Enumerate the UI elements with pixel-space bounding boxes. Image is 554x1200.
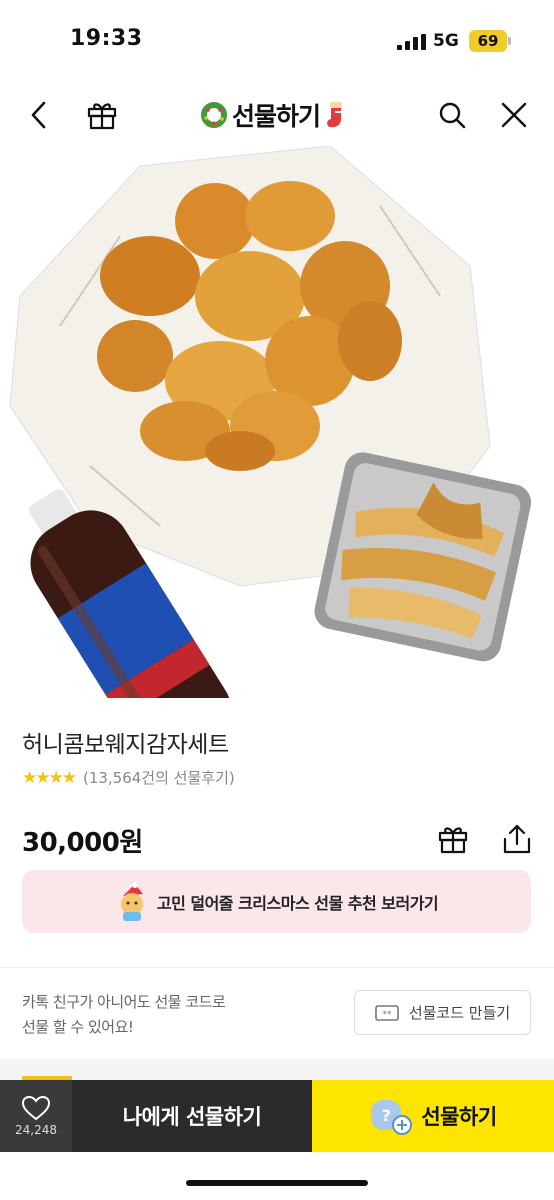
price-actions [436, 822, 534, 856]
signal-icon [397, 34, 426, 50]
mascot-santa-icon [120, 881, 143, 921]
gift-box-icon [87, 103, 117, 130]
battery-icon: 69 [469, 30, 507, 52]
like-button[interactable]: 24,248 [0, 1080, 72, 1152]
gift-box-icon [438, 827, 468, 854]
back-button[interactable] [22, 98, 56, 132]
like-count: 24,248 [15, 1123, 57, 1137]
bottom-action-bar: 24,248 나에게 선물하기 ? 선물하기 [0, 1080, 554, 1152]
section-gap [0, 1058, 554, 1080]
gift-code-line-1: 카톡 친구가 아니어도 선물 코드로 [22, 993, 226, 1011]
send-gift-label: 선물하기 [421, 1105, 497, 1129]
create-gift-code-button[interactable]: ** 선물코드 만들기 [354, 990, 531, 1035]
network-label: 5G [433, 31, 459, 51]
gift-to-self-button[interactable]: 나에게 선물하기 [72, 1080, 312, 1152]
product-name: 허니콤보웨지감자세트 [22, 732, 229, 758]
christmas-sock-icon [327, 102, 343, 128]
wishlist-gift-button[interactable] [436, 822, 470, 856]
friend-add-icon: ? [371, 1100, 413, 1135]
send-gift-button[interactable]: ? 선물하기 [312, 1080, 554, 1152]
home-indicator[interactable] [186, 1180, 368, 1186]
rating-row[interactable]: ★★★★ (13,564건의 선물후기) [22, 767, 235, 788]
product-price: 30,000원 [22, 828, 143, 858]
review-count[interactable]: (13,564건의 선물후기) [83, 767, 235, 788]
close-icon [501, 102, 527, 128]
back-icon [31, 101, 46, 129]
product-photo [9, 146, 532, 698]
gift-code-description: 카톡 친구가 아니어도 선물 코드로 선물 할 수 있어요! [22, 990, 226, 1040]
section-divider [0, 967, 554, 968]
search-button[interactable] [435, 98, 469, 132]
share-button[interactable] [500, 822, 534, 856]
code-ticket-icon: ** [375, 1004, 399, 1021]
create-gift-code-label: 선물코드 만들기 [408, 1004, 511, 1022]
nav-title-group: 선물하기 [200, 96, 348, 134]
close-button[interactable] [497, 98, 531, 132]
status-bar: 19:33 5G 69 [0, 0, 554, 84]
search-icon [439, 102, 466, 129]
gift-code-line-2: 선물 할 수 있어요! [22, 1018, 134, 1036]
potato-wedges [314, 452, 532, 662]
share-icon [503, 824, 531, 854]
product-image[interactable] [0, 146, 554, 698]
wreath-icon [201, 102, 227, 128]
promo-text: 고민 덜어줄 크리스마스 선물 추천 보러가기 [156, 893, 439, 913]
christmas-promo-banner[interactable]: 고민 덜어줄 크리스마스 선물 추천 보러가기 [22, 870, 531, 933]
status-time: 19:33 [70, 26, 143, 51]
star-rating-icon: ★★★★ [22, 767, 77, 788]
svg-text:?: ? [382, 1106, 391, 1125]
battery-cap [508, 37, 511, 45]
svg-text:**: ** [382, 1010, 392, 1020]
page-title: 선물하기 [232, 102, 321, 131]
top-nav: 선물하기 [0, 84, 554, 146]
heart-icon [21, 1095, 51, 1121]
gift-box-button[interactable] [85, 98, 119, 132]
